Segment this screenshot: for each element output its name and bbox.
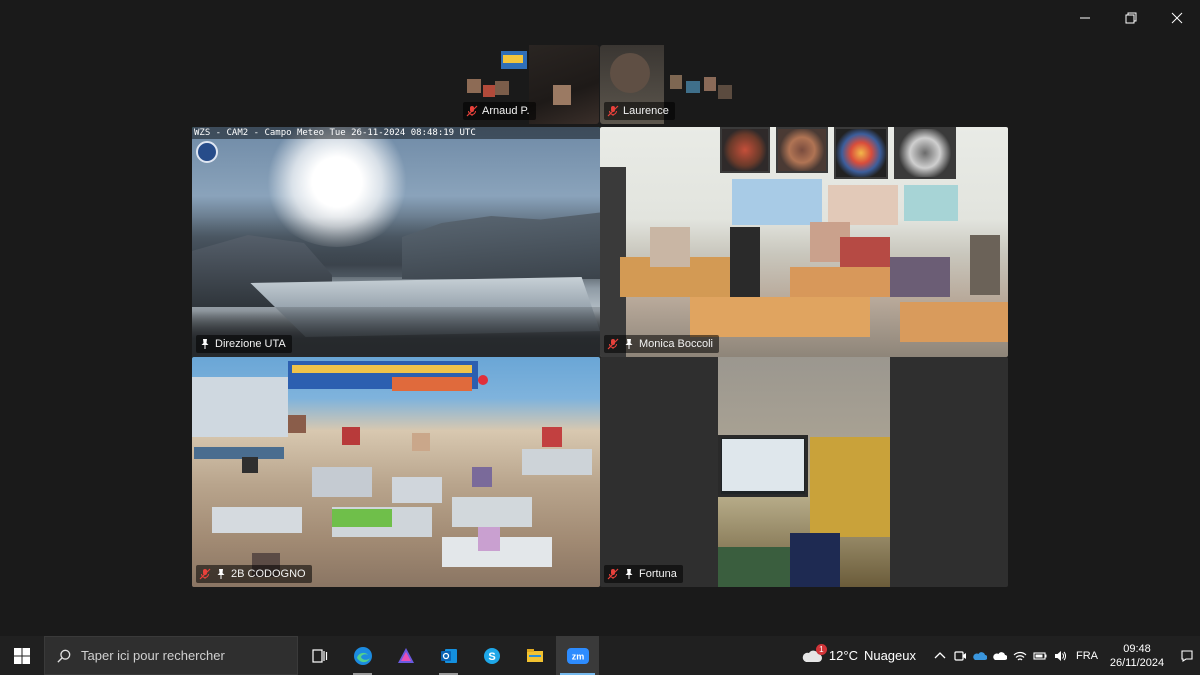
weather-alert-badge: 1 [815, 643, 827, 655]
weather-condition: Nuageux [863, 648, 916, 663]
outlook-icon [440, 648, 457, 663]
battery-icon [1033, 651, 1047, 660]
cloud-icon: 1 [801, 643, 827, 664]
clock-time: 09:48 [1123, 642, 1151, 655]
skype-app[interactable]: S [470, 636, 513, 675]
participant-name: Direzione UTA [215, 338, 286, 350]
edge-app[interactable] [341, 636, 384, 675]
participant-name: Laurence [623, 105, 669, 117]
clock-date: 26/11/2024 [1109, 656, 1165, 669]
tray-app-button[interactable] [950, 636, 970, 675]
task-view-button[interactable] [298, 636, 341, 675]
video-tile[interactable]: Monica Boccoli [600, 127, 1008, 357]
pin-icon [199, 338, 211, 350]
battery-button[interactable] [1030, 636, 1050, 675]
folder-icon [526, 648, 543, 662]
participant-name: Arnaud P. [482, 105, 530, 117]
participant-nameplate: Fortuna [604, 565, 683, 583]
cloud-icon [993, 651, 1007, 660]
video-feed [600, 127, 1008, 357]
window-controls [1062, 0, 1200, 36]
search-icon [57, 649, 71, 663]
participant-nameplate: Direzione UTA [196, 335, 292, 353]
network-button[interactable] [1010, 636, 1030, 675]
volume-button[interactable] [1050, 636, 1070, 675]
participant-name: Monica Boccoli [639, 338, 713, 350]
restore-icon [1125, 12, 1137, 24]
svg-text:S: S [488, 651, 495, 663]
restore-button[interactable] [1108, 0, 1154, 36]
start-button[interactable] [0, 636, 44, 675]
skype-icon: S [483, 647, 500, 664]
input-language-button[interactable]: FRA [1076, 650, 1098, 662]
microphone-muted-icon [607, 338, 619, 350]
participant-name: 2B CODOGNO [231, 568, 306, 580]
system-tray: 1 12°C Nuageux FRA 09:48 26/11/2024 [801, 636, 1200, 675]
microphone-muted-icon [466, 105, 478, 117]
chevron-up-icon [934, 651, 946, 658]
windows-taskbar: Taper ici pour rechercher S zm 1 12°C Nu… [0, 636, 1200, 675]
video-feed [192, 127, 600, 357]
taskbar-search-box[interactable]: Taper ici pour rechercher [44, 636, 298, 675]
video-tile-active-speaker[interactable]: WZS - CAM2 - Campo Meteo Tue 26-11-2024 … [192, 127, 600, 357]
windows-logo-icon [14, 647, 30, 664]
video-tile[interactable]: Fortuna [600, 357, 1008, 587]
webcam-overlay-text: WZS - CAM2 - Campo Meteo Tue 26-11-2024 … [192, 127, 600, 139]
participant-nameplate: Laurence [604, 102, 675, 120]
strip-video-tile[interactable]: Laurence [600, 45, 740, 124]
onedrive-personal-button[interactable] [990, 636, 1010, 675]
participant-nameplate: Arnaud P. [463, 102, 536, 120]
microphone-muted-icon [607, 105, 619, 117]
video-tile[interactable]: 2B CODOGNO [192, 357, 600, 587]
file-explorer-app[interactable] [513, 636, 556, 675]
search-placeholder: Taper ici pour rechercher [81, 648, 225, 663]
edge-icon [353, 646, 372, 665]
clock-button[interactable]: 09:48 26/11/2024 [1108, 642, 1166, 670]
pin-icon [623, 338, 635, 350]
strip-video-tile[interactable]: Arnaud P. [459, 45, 599, 124]
pin-icon [623, 568, 635, 580]
outlook-app[interactable] [427, 636, 470, 675]
task-view-icon [311, 648, 327, 663]
weather-widget[interactable]: 1 12°C Nuageux [801, 643, 916, 664]
participant-name: Fortuna [639, 568, 677, 580]
svg-text:zm: zm [571, 651, 584, 661]
notification-icon [1181, 649, 1193, 662]
minimize-button[interactable] [1062, 0, 1108, 36]
microphone-muted-icon [199, 568, 211, 580]
pin-icon [215, 568, 227, 580]
wifi-icon [1013, 651, 1027, 660]
close-icon [1171, 12, 1183, 24]
notifications-button[interactable] [1174, 636, 1200, 675]
microphone-muted-icon [607, 568, 619, 580]
webcam-logo [196, 141, 218, 163]
meet-now-icon [954, 650, 966, 661]
minimize-icon [1080, 17, 1090, 19]
zoom-icon: zm [566, 647, 589, 664]
zoom-app[interactable]: zm [556, 636, 599, 675]
close-button[interactable] [1154, 0, 1200, 36]
video-feed [600, 357, 1008, 587]
video-feed [192, 357, 600, 587]
participant-nameplate: Monica Boccoli [604, 335, 719, 353]
copilot-app[interactable] [384, 636, 427, 675]
copilot-icon [397, 647, 414, 663]
weather-temperature: 12°C [828, 648, 858, 663]
onedrive-icon [973, 651, 987, 660]
speaker-icon [1055, 650, 1066, 661]
participant-nameplate: 2B CODOGNO [196, 565, 312, 583]
zoom-meeting-window: Arnaud P. Laurence WZS - CAM2 - Campo Me… [0, 0, 1200, 675]
show-hidden-icons-button[interactable] [930, 636, 950, 675]
onedrive-button[interactable] [970, 636, 990, 675]
